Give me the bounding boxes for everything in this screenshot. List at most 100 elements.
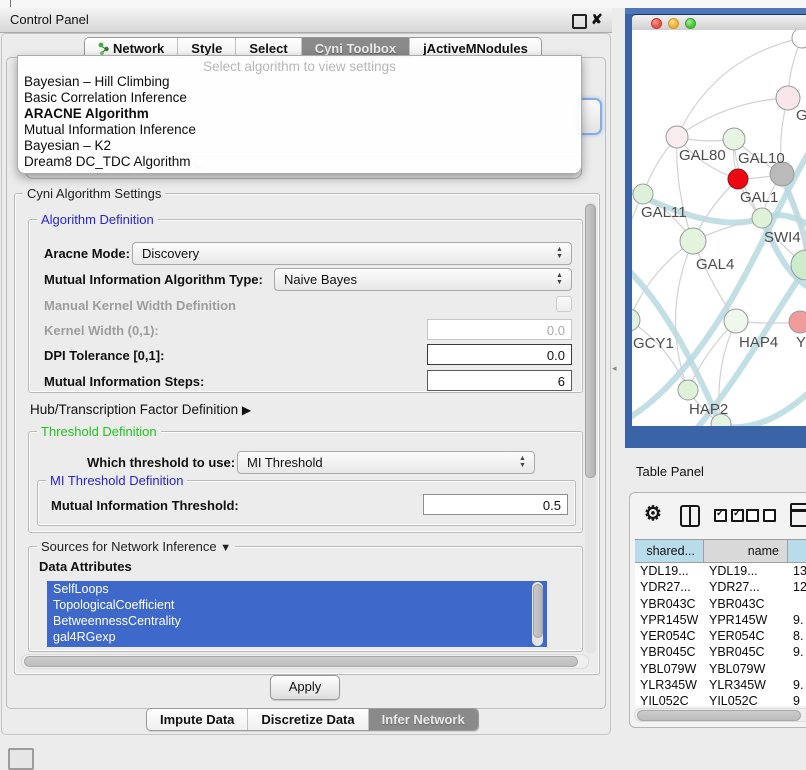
network-node-gcy1[interactable] <box>632 309 640 331</box>
settings-scroll-thumb[interactable] <box>585 204 596 478</box>
table-row[interactable]: YER054CYER054C8. <box>635 628 806 644</box>
settings-vertical-scrollbar[interactable] <box>585 202 596 654</box>
hub-definition-toggle[interactable]: Hub/Transcription Factor Definition ▶ <box>30 402 251 417</box>
mi-algorithm-type-label: Mutual Information Algorithm Type: <box>44 272 263 287</box>
network-edge[interactable] <box>693 241 736 321</box>
sources-group: Sources for Network Inference ▼ Data Att… <box>28 546 583 652</box>
algorithm-option[interactable]: Mutual Information Inference <box>18 122 581 138</box>
network-view-window: GALGAL80GAL10GAL1SWI4GAL11GAL4GCY1HAP4YH… <box>625 8 806 448</box>
algorithm-option[interactable]: Basic Correlation Inference <box>18 90 581 106</box>
table-row[interactable]: YPR145WYPR145W9. <box>635 612 806 628</box>
mi-threshold-field[interactable]: 0.5 <box>423 494 568 515</box>
combo-spinner-icon: ▲▼ <box>555 246 564 260</box>
attribute-item[interactable]: TopologicalCoefficient <box>47 597 547 613</box>
dpi-tolerance-field[interactable]: 0.0 <box>427 344 572 365</box>
table-row[interactable]: YBR045CYBR045C9. <box>635 644 806 660</box>
attribute-item[interactable]: gal4RGexp <box>47 629 547 645</box>
column-header[interactable]: name <box>704 540 788 562</box>
tab-infer-network[interactable]: Infer Network <box>368 709 478 730</box>
table-cell: YBR045C <box>704 644 788 660</box>
table-cell: YDR27... <box>635 579 704 595</box>
node-label: GCY1 <box>633 335 674 352</box>
column-layout-icon[interactable] <box>680 505 700 527</box>
network-window-titlebar[interactable] <box>632 14 806 31</box>
apply-button[interactable]: Apply <box>270 675 340 700</box>
popup-prompt: Select algorithm to view settings <box>18 59 581 74</box>
close-icon[interactable]: ✘ <box>591 11 603 28</box>
tab-label: Infer Network <box>382 709 465 730</box>
mi-steps-field[interactable]: 6 <box>427 370 572 391</box>
network-node-gal4[interactable] <box>680 228 706 254</box>
table-hscroll-thumb[interactable] <box>637 710 801 721</box>
attributes-scroll-thumb[interactable] <box>533 584 543 638</box>
attribute-item[interactable]: SelfLoops <box>47 581 547 597</box>
network-node-hap4[interactable] <box>724 309 748 333</box>
sources-title-text: Sources for Network Inference <box>41 539 217 554</box>
threshold-definition-title: Threshold Definition <box>37 424 161 439</box>
table-function-icon[interactable] <box>790 503 806 527</box>
dpi-tolerance-label: DPI Tolerance [0,1]: <box>44 348 164 363</box>
table-cell: YIL052C <box>704 693 788 706</box>
aracne-mode-label: Aracne Mode: <box>44 246 130 261</box>
node-label: GAL4 <box>696 256 734 273</box>
close-traffic-light-icon[interactable] <box>651 18 662 29</box>
network-canvas[interactable]: GALGAL80GAL10GAL1SWI4GAL11GAL4GCY1HAP4YH… <box>632 30 806 426</box>
algorithm-option[interactable]: ARACNE Algorithm <box>18 106 581 122</box>
which-threshold-combo[interactable]: MI Threshold ▲▼ <box>237 451 535 474</box>
table-cell: YPR145W <box>704 612 788 628</box>
combo-spinner-icon: ▲▼ <box>518 455 527 469</box>
minimize-traffic-light-icon[interactable] <box>668 18 679 29</box>
sources-group-title[interactable]: Sources for Network Inference ▼ <box>37 539 235 554</box>
table-row[interactable]: YIL052CYIL052C9 <box>635 693 806 706</box>
table-horizontal-scrollbar[interactable] <box>634 708 806 722</box>
table-row[interactable]: YLR345WYLR345W9. <box>635 677 806 693</box>
table-cell: 9 <box>788 693 806 706</box>
column-header[interactable]: shared... <box>635 540 704 562</box>
network-node-gal11[interactable] <box>633 184 653 204</box>
splitter-collapse-icon[interactable]: ◂ <box>612 363 617 374</box>
zoom-traffic-light-icon[interactable] <box>685 18 696 29</box>
network-node-top[interactable] <box>792 30 806 48</box>
column-header[interactable] <box>788 540 806 562</box>
deselect-all-checkboxes-icon[interactable] <box>746 509 776 522</box>
mi-algorithm-type-combo[interactable]: Naive Bayes ▲▼ <box>274 268 572 291</box>
network-node-swi4[interactable] <box>752 208 772 228</box>
node-label: Y <box>796 334 806 351</box>
aracne-mode-combo[interactable]: Discovery ▲▼ <box>132 242 572 265</box>
table-settings-gear-icon[interactable]: ⚙ <box>644 501 662 526</box>
algorithm-option[interactable]: Dream8 DC_TDC Algorithm <box>18 154 581 170</box>
tab-discretize-data[interactable]: Discretize Data <box>247 709 367 730</box>
attributes-scrollbar[interactable] <box>532 582 543 646</box>
threshold-definition-group: Threshold Definition Which threshold to … <box>28 431 583 533</box>
network-node-y[interactable] <box>789 311 806 333</box>
table-cell: YER054C <box>635 628 704 644</box>
combo-spinner-icon: ▲▼ <box>555 272 564 286</box>
table-row[interactable]: YBR043CYBR043C <box>635 596 806 612</box>
settings-hscroll-thumb[interactable] <box>24 656 578 667</box>
float-window-icon[interactable] <box>572 14 587 29</box>
select-all-checkboxes-icon[interactable] <box>714 509 744 522</box>
table-row[interactable]: YDL19...YDL19...13 <box>635 563 806 579</box>
table-row[interactable]: YDR27...YDR27...12 <box>635 579 806 595</box>
kernel-width-field[interactable]: 0.0 <box>427 319 572 340</box>
kernel-width-label: Kernel Width (0,1): <box>44 323 159 338</box>
manual-kernel-checkbox[interactable] <box>556 296 572 312</box>
data-attributes-list[interactable]: SelfLoopsTopologicalCoefficientBetweenne… <box>47 581 547 647</box>
attribute-item[interactable]: BetweennessCentrality <box>47 613 547 629</box>
settings-horizontal-scrollbar[interactable] <box>21 654 589 669</box>
table-cell: 12 <box>788 579 806 595</box>
network-edge-thick[interactable] <box>720 382 806 426</box>
mi-algorithm-type-value: Naive Bayes <box>284 272 357 287</box>
network-node-hap2[interactable] <box>678 380 698 400</box>
table-panel-title: Table Panel <box>636 464 704 479</box>
network-node-gal10[interactable] <box>723 128 745 150</box>
network-edge[interactable] <box>632 320 688 390</box>
table-row[interactable]: YBL079WYBL079W <box>635 661 806 677</box>
algorithm-option[interactable]: Bayesian – K2 <box>18 138 581 154</box>
table-cell: YBL079W <box>635 661 704 677</box>
algorithm-option[interactable]: Bayesian – Hill Climbing <box>18 74 581 90</box>
tab-impute-data[interactable]: Impute Data <box>147 709 247 730</box>
minimized-panel-icon[interactable] <box>8 748 34 770</box>
network-node-gal1[interactable] <box>728 169 748 189</box>
network-node-gal80[interactable] <box>666 126 688 148</box>
